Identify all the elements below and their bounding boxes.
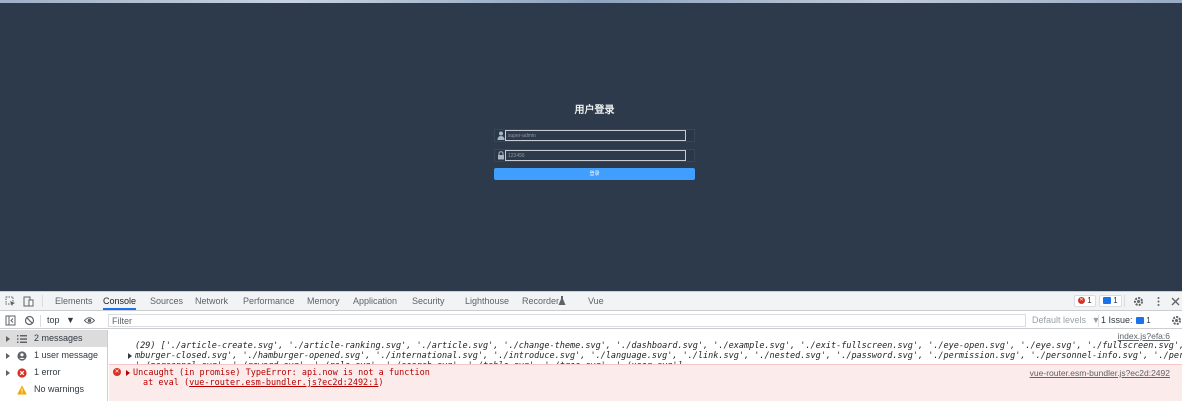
issue-badge: 1 [1135,316,1152,328]
lock-icon [498,151,504,160]
toolbar-separator [40,315,41,327]
console-output: index.js?efa:6 (29) ['./article-create.s… [109,330,1182,401]
tab-performance[interactable]: Performance [243,292,295,310]
error-icon: ✕ [1078,297,1085,305]
settings-gear-icon[interactable] [1133,296,1144,307]
error-text: Uncaught (in promise) TypeError: api.now… [133,368,430,378]
console-error-message: ✕ vue-router.esm-bundler.js?ec2d:2492 Un… [109,364,1182,401]
warning-icon [17,385,27,395]
log-line: mburger-closed.svg', './hamburger-opened… [135,351,1182,361]
user-icon [17,351,27,361]
sidebar-toggle-icon[interactable] [5,315,16,326]
filter-input[interactable] [108,314,1026,327]
recorder-flask-icon [558,296,566,305]
tab-sources[interactable]: Sources [150,292,183,310]
password-field [494,149,695,162]
login-title: 用户登录 [574,105,615,116]
inspect-element-icon[interactable] [5,296,16,307]
tab-application[interactable]: Application [353,292,397,310]
login-page: 用户登录 登录 [0,0,1182,291]
issues-label: 1 Issue: [1101,315,1133,325]
console-settings-gear-icon[interactable] [1171,315,1182,326]
tab-vue[interactable]: Vue [588,292,604,310]
issues-button[interactable]: 1 Issue: 1 [1101,314,1152,328]
list-icon [17,335,27,343]
username-input[interactable] [505,130,686,141]
log-line: (29) ['./article-create.svg', './article… [135,341,1182,351]
expand-arrow-icon [6,336,10,342]
tab-console[interactable]: Console [103,292,137,310]
sidebar-item-label: 1 user message [34,350,99,360]
sidebar-item-errors[interactable]: 1 error [0,364,107,381]
dropdown-arrow-icon: ▼ [66,315,75,325]
sidebar-item-label: 2 messages [34,333,83,343]
more-options-icon[interactable] [1153,296,1164,307]
sidebar-item-messages[interactable]: 2 messages [0,330,107,347]
tab-separator [42,295,43,307]
device-toolbar-icon[interactable] [23,296,34,307]
error-icon [17,368,27,378]
console-log-message: index.js?efa:6 (29) ['./article-create.s… [109,330,1182,371]
error-icon: ✕ [113,368,121,376]
clear-console-icon[interactable] [24,315,35,326]
message-count-badge[interactable]: 1 [1099,295,1122,307]
expand-arrow-icon [6,353,10,359]
console-toolbar: top ▼ Default levels ▼ 1 Issue: 1 [0,312,1182,329]
username-field [494,129,695,142]
tab-separator [1124,295,1125,307]
stack-link[interactable]: vue-router.esm-bundler.js?ec2d:2492:1 [189,378,378,388]
sidebar-item-label: No warnings [34,384,85,394]
devtools-panel: Elements Console Sources Network Perform… [0,291,1182,401]
sidebar-item-label: 1 error [34,367,61,377]
tab-recorder[interactable]: Recorder [522,292,559,310]
message-icon [1136,317,1145,325]
sidebar-item-user-messages[interactable]: 1 user message [0,347,107,364]
console-sidebar: 2 messages 1 user message 1 error No war… [0,330,108,401]
message-count: 1 [1113,296,1118,305]
password-input[interactable] [505,150,686,161]
error-source-link[interactable]: vue-router.esm-bundler.js?ec2d:2492 [1030,368,1170,378]
context-select[interactable]: top ▼ [47,314,75,327]
login-button[interactable]: 登录 [494,168,695,180]
issue-count: 1 [1146,316,1151,325]
message-icon [1103,297,1111,305]
user-icon [497,131,505,140]
tab-security[interactable]: Security [412,292,445,310]
tab-network[interactable]: Network [195,292,228,310]
expand-arrow-icon[interactable] [126,370,130,376]
sidebar-item-warnings[interactable]: No warnings [0,381,107,398]
error-stack-line: at eval (vue-router.esm-bundler.js?ec2d:… [143,378,384,388]
tab-elements[interactable]: Elements [55,292,93,310]
error-count: 1 [1087,296,1092,305]
close-icon[interactable] [1170,296,1181,307]
tab-lighthouse[interactable]: Lighthouse [465,292,509,310]
expand-arrow-icon[interactable] [128,353,132,359]
dropdown-arrow-icon: ▼ [1091,315,1101,325]
log-levels-label: Default levels [1032,315,1087,325]
stack-suffix: ) [378,378,384,388]
devtools-tabbar: Elements Console Sources Network Perform… [0,292,1182,311]
error-count-badge[interactable]: ✕ 1 [1074,295,1096,307]
tab-memory[interactable]: Memory [307,292,340,310]
eye-icon[interactable] [84,315,95,326]
log-levels-select[interactable]: Default levels ▼ [1032,314,1100,327]
toolbar-separator [1098,315,1099,327]
context-value: top [47,315,60,325]
expand-arrow-icon [6,370,10,376]
browser-strip [0,0,1182,3]
log-source-link[interactable]: index.js?efa:6 [1118,331,1170,341]
stack-prefix: at eval ( [143,378,190,388]
